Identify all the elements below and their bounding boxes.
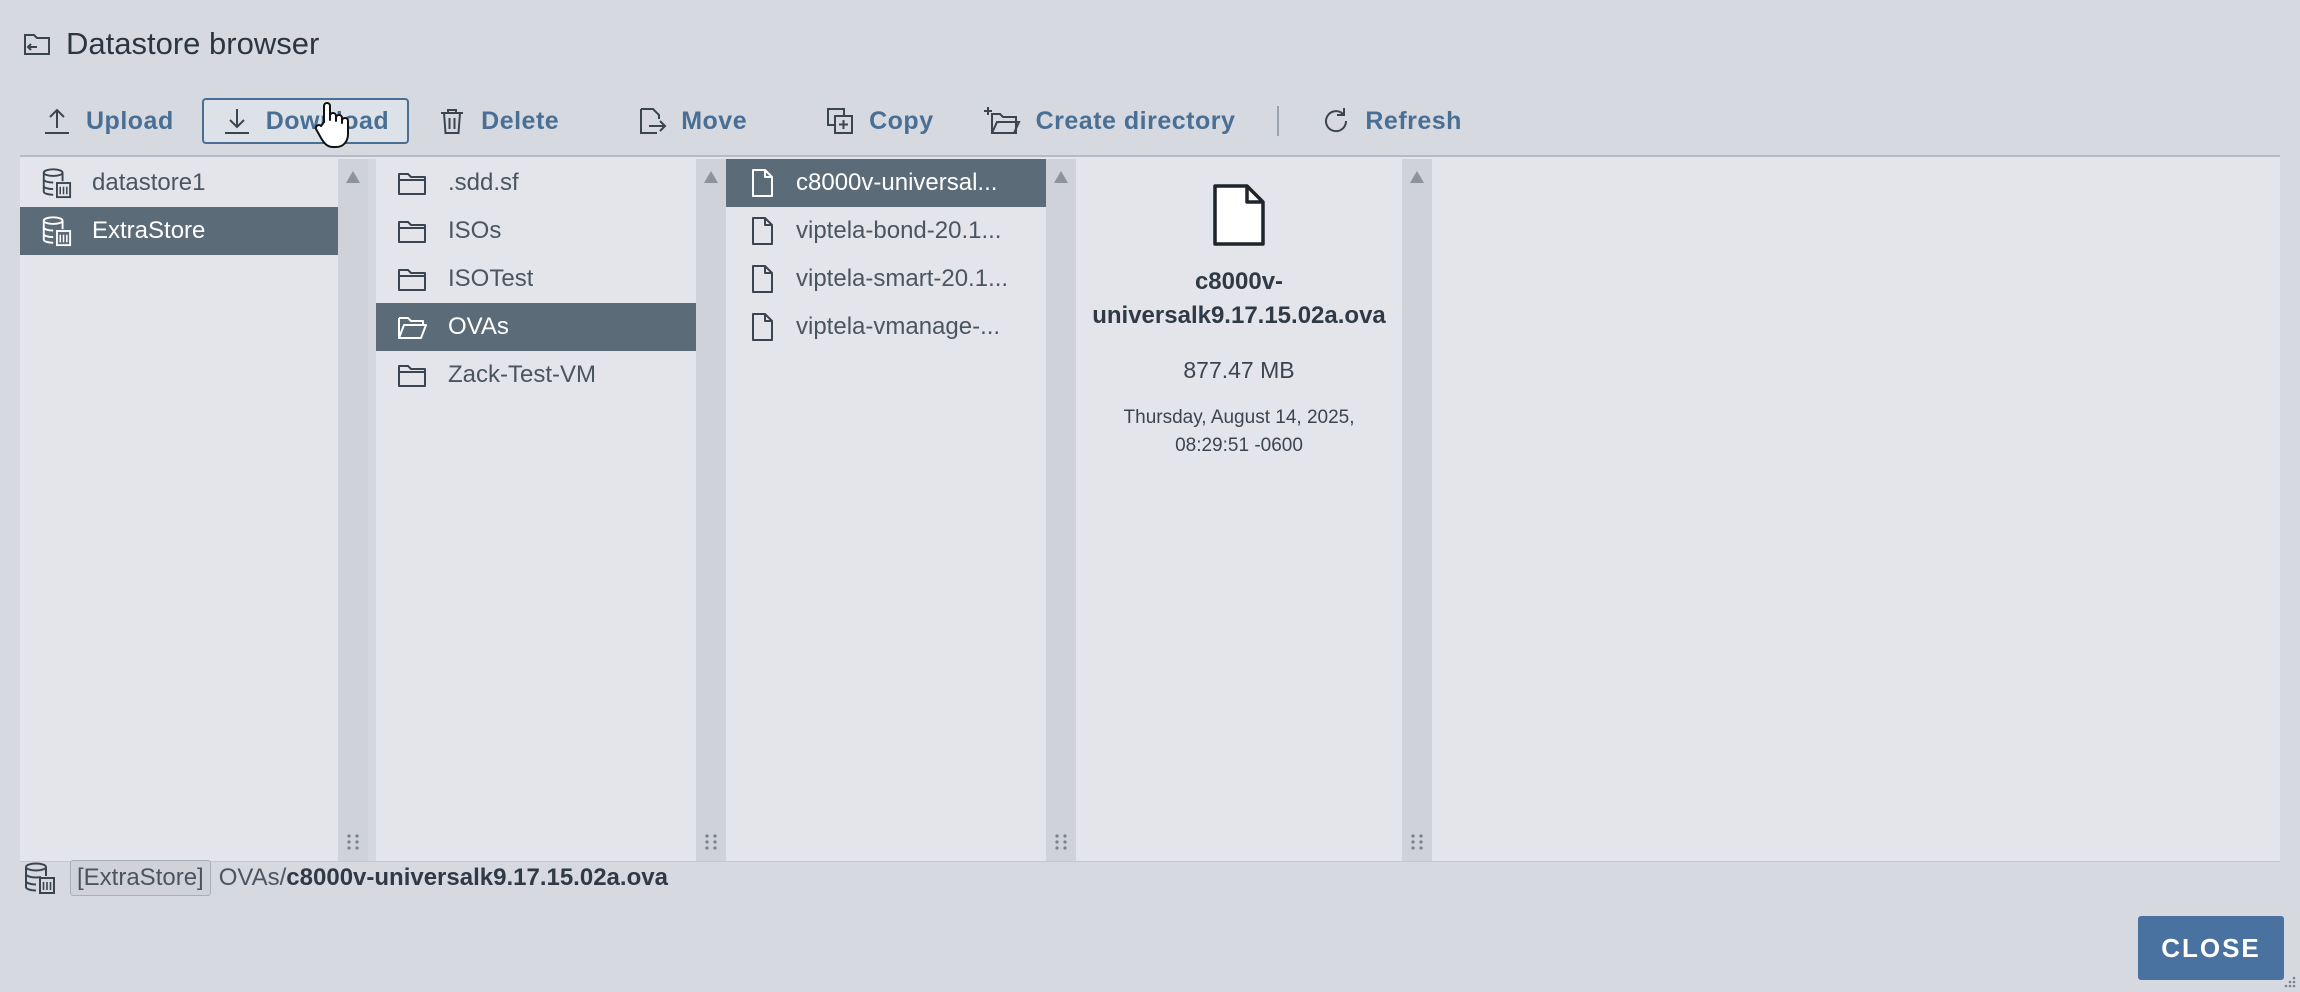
column-gap: [368, 159, 376, 861]
file-icon: [1213, 184, 1265, 246]
folder-item[interactable]: Zack-Test-VM: [376, 351, 716, 399]
toolbar-divider: [1277, 106, 1280, 136]
delete-label: Delete: [481, 106, 560, 135]
file-icon: [752, 265, 773, 293]
datastore-icon: [25, 862, 55, 894]
empty-column: [1438, 159, 2280, 861]
copy-button[interactable]: Copy: [805, 98, 954, 144]
upload-button[interactable]: Upload: [22, 98, 194, 144]
file-item[interactable]: viptela-vmanage-...: [726, 303, 1064, 351]
detail-date-line-1: Thursday, August 14, 2025,: [1123, 407, 1355, 428]
scroll-up-arrow-icon[interactable]: [1410, 171, 1424, 183]
move-file-icon: [640, 108, 667, 134]
resize-grip-icon[interactable]: [704, 833, 718, 851]
create-directory-label: Create directory: [1035, 106, 1236, 135]
datastore-list-scrollbar[interactable]: [338, 159, 368, 861]
dialog-header: Datastore browser: [22, 22, 319, 66]
datastore-item[interactable]: datastore1: [20, 159, 338, 207]
datastore-icon: [42, 216, 72, 247]
file-details-panel: c8000v- universalk9.17.15.02a.ova 877.47…: [1076, 159, 1402, 861]
refresh-icon: [1325, 108, 1348, 133]
path-datastore-tag: [ExtraStore]: [70, 860, 211, 896]
window-resize-grip-icon[interactable]: [2282, 974, 2296, 988]
path-directory: OVAs/: [218, 864, 287, 891]
close-button[interactable]: CLOSE: [2138, 916, 2284, 980]
datastore-item-label: datastore1: [92, 169, 206, 196]
detail-file-size: 877.47 MB: [1183, 357, 1295, 383]
download-button[interactable]: Download: [201, 98, 410, 144]
datastore-icon: [42, 168, 72, 199]
folder-list: .sdd.sf ISOs ISOTest OVAs Zack-Test-VM: [376, 159, 716, 861]
resize-grip-icon[interactable]: [346, 833, 360, 851]
refresh-button[interactable]: Refresh: [1301, 98, 1482, 144]
file-item[interactable]: c8000v-universal...: [726, 159, 1064, 207]
file-item-label: viptela-vmanage-...: [796, 313, 1001, 340]
current-path-bar: [ExtraStore] OVAs/ c8000v-universalk9.17…: [22, 858, 668, 898]
dialog-title: Datastore browser: [66, 26, 320, 61]
detail-file-name-line-2: universalk9.17.15.02a.ova: [1092, 302, 1386, 329]
copy-label: Copy: [869, 106, 934, 135]
folder-open-icon: [398, 317, 427, 339]
resize-grip-icon[interactable]: [1410, 833, 1424, 851]
file-item[interactable]: viptela-bond-20.1...: [726, 207, 1064, 255]
delete-button[interactable]: Delete: [417, 98, 579, 144]
file-icon: [752, 313, 773, 341]
file-list: c8000v-universal... viptela-bond-20.1... v…: [726, 159, 1064, 861]
detail-date-line-2: 08:29:51 -0600: [1175, 435, 1303, 456]
folder-item[interactable]: ISOTest: [376, 255, 716, 303]
folder-item-label: OVAs: [448, 313, 509, 340]
trash-icon: [441, 109, 464, 134]
folder-item-label: ISOTest: [448, 265, 534, 292]
file-item[interactable]: viptela-smart-20.1...: [726, 255, 1064, 303]
toolbar: Upload Download Delete Move Copy Create …: [22, 98, 1490, 144]
file-item-label: viptela-bond-20.1...: [796, 217, 1002, 244]
copy-icon: [827, 108, 854, 134]
datastore-browser-dialog: Datastore browser Upload Download Delete…: [0, 0, 2300, 992]
move-label: Move: [681, 106, 748, 135]
create-directory-button[interactable]: Create directory: [962, 98, 1256, 144]
path-file-name: c8000v-universalk9.17.15.02a.ova: [286, 864, 668, 891]
upload-icon: [45, 108, 69, 134]
scroll-up-arrow-icon[interactable]: [346, 171, 360, 183]
datastore-item[interactable]: ExtraStore: [20, 207, 338, 255]
move-button[interactable]: Move: [617, 98, 767, 144]
refresh-label: Refresh: [1365, 106, 1462, 135]
browser-panes: datastore1 ExtraStore .sdd.sf ISOs ISOTest O…: [20, 155, 2280, 862]
folder-item[interactable]: ISOs: [376, 207, 716, 255]
resize-grip-icon[interactable]: [1054, 833, 1068, 851]
folder-icon: [398, 365, 426, 387]
folder-browser-icon: [24, 34, 50, 55]
detail-file-name-line-1: c8000v-: [1194, 268, 1284, 295]
download-label: Download: [265, 106, 390, 135]
scroll-up-arrow-icon[interactable]: [1054, 171, 1068, 183]
upload-label: Upload: [86, 106, 174, 135]
file-item-label: c8000v-universal...: [796, 169, 998, 196]
datastore-item-label: ExtraStore: [92, 217, 206, 244]
folder-icon: [398, 173, 426, 195]
details-scrollbar[interactable]: [1402, 159, 1432, 861]
new-folder-icon: [983, 107, 1021, 134]
folder-item[interactable]: OVAs: [376, 303, 716, 351]
folder-icon: [398, 269, 426, 291]
detail-file-date: Thursday, August 14, 2025, 08:29:51 -060…: [1076, 404, 1402, 460]
download-icon: [224, 109, 249, 134]
datastore-list: datastore1 ExtraStore: [20, 159, 338, 861]
file-item-label: viptela-smart-20.1...: [796, 265, 1009, 292]
folder-list-scrollbar[interactable]: [696, 159, 726, 861]
file-icon: [752, 169, 773, 197]
folder-item[interactable]: .sdd.sf: [376, 159, 716, 207]
detail-file-name: c8000v- universalk9.17.15.02a.ova: [1076, 265, 1402, 333]
file-icon: [752, 217, 773, 245]
folder-item-label: .sdd.sf: [448, 169, 519, 196]
scroll-up-arrow-icon[interactable]: [704, 171, 718, 183]
folder-item-label: ISOs: [448, 217, 502, 244]
file-list-scrollbar[interactable]: [1046, 159, 1076, 861]
folder-icon: [398, 221, 426, 243]
folder-item-label: Zack-Test-VM: [448, 361, 597, 388]
